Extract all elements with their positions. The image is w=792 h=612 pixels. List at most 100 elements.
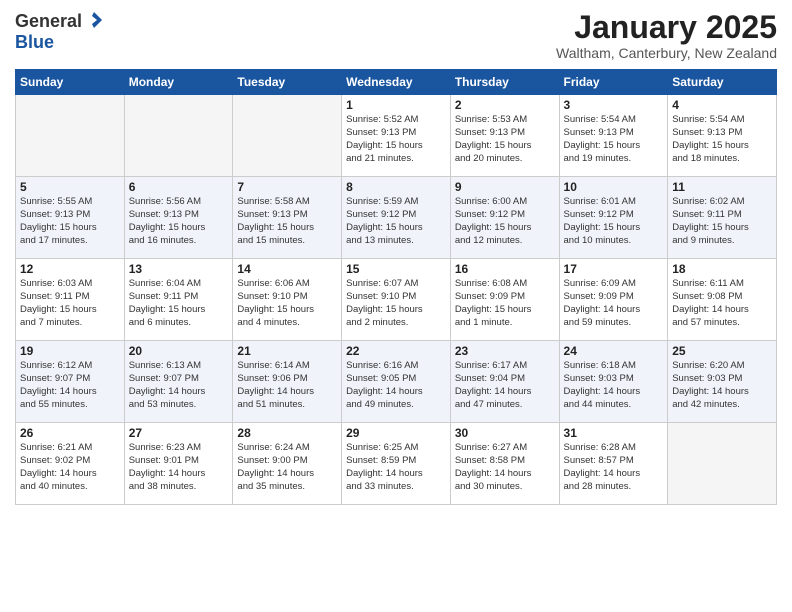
day-number: 14 (237, 262, 337, 276)
table-row: 15 Sunrise: 6:07 AM Sunset: 9:10 PM Dayli… (342, 259, 451, 341)
day-content: Sunrise: 6:28 AM Sunset: 8:57 PM Dayligh… (564, 442, 664, 493)
col-tuesday: Tuesday (233, 70, 342, 95)
day-number: 13 (129, 262, 229, 276)
day-number: 29 (346, 426, 446, 440)
day-number: 24 (564, 344, 664, 358)
day-number: 28 (237, 426, 337, 440)
day-content: Sunrise: 6:07 AM Sunset: 9:10 PM Dayligh… (346, 278, 446, 329)
calendar-week-row: 26 Sunrise: 6:21 AM Sunset: 9:02 PM Dayli… (16, 423, 777, 505)
table-row: 26 Sunrise: 6:21 AM Sunset: 9:02 PM Dayli… (16, 423, 125, 505)
table-row: 20 Sunrise: 6:13 AM Sunset: 9:07 PM Dayli… (124, 341, 233, 423)
day-number: 30 (455, 426, 555, 440)
table-row: 29 Sunrise: 6:25 AM Sunset: 8:59 PM Dayli… (342, 423, 451, 505)
day-number: 3 (564, 98, 664, 112)
day-number: 26 (20, 426, 120, 440)
table-row: 1Sunrise: 5:52 AM Sunset: 9:13 PM Daylig… (342, 95, 451, 177)
table-row: 21Sunrise: 6:14 AM Sunset: 9:06 PM Dayli… (233, 341, 342, 423)
day-content: Sunrise: 6:24 AM Sunset: 9:00 PM Dayligh… (237, 442, 337, 493)
day-number: 11 (672, 180, 772, 194)
calendar-week-row: 1Sunrise: 5:52 AM Sunset: 9:13 PM Daylig… (16, 95, 777, 177)
day-content: Sunrise: 6:08 AM Sunset: 9:09 PM Dayligh… (455, 278, 555, 329)
day-content: Sunrise: 6:18 AM Sunset: 9:03 PM Dayligh… (564, 360, 664, 411)
table-row: 13 Sunrise: 6:04 AM Sunset: 9:11 PM Dayli… (124, 259, 233, 341)
col-thursday: Thursday (450, 70, 559, 95)
day-number: 7 (237, 180, 337, 194)
table-row: 19Sunrise: 6:12 AM Sunset: 9:07 PM Dayli… (16, 341, 125, 423)
table-row: 31 Sunrise: 6:28 AM Sunset: 8:57 PM Dayli… (559, 423, 668, 505)
col-monday: Monday (124, 70, 233, 95)
day-content: Sunrise: 6:14 AM Sunset: 9:06 PM Dayligh… (237, 360, 337, 411)
table-row: 4Sunrise: 5:54 AM Sunset: 9:13 PM Daylig… (668, 95, 777, 177)
calendar: Sunday Monday Tuesday Wednesday Thursday… (15, 69, 777, 505)
day-content: Sunrise: 5:55 AM Sunset: 9:13 PM Dayligh… (20, 196, 120, 247)
logo-icon (84, 10, 104, 30)
day-number: 25 (672, 344, 772, 358)
page: General Blue January 2025 Waltham, Cante… (0, 0, 792, 612)
table-row (16, 95, 125, 177)
calendar-week-row: 5 Sunrise: 5:55 AM Sunset: 9:13 PM Daylig… (16, 177, 777, 259)
col-sunday: Sunday (16, 70, 125, 95)
day-content: Sunrise: 5:54 AM Sunset: 9:13 PM Dayligh… (564, 114, 664, 165)
table-row: 17Sunrise: 6:09 AM Sunset: 9:09 PM Dayli… (559, 259, 668, 341)
day-content: Sunrise: 6:01 AM Sunset: 9:12 PM Dayligh… (564, 196, 664, 247)
day-number: 31 (564, 426, 664, 440)
table-row (233, 95, 342, 177)
day-number: 27 (129, 426, 229, 440)
day-number: 23 (455, 344, 555, 358)
table-row: 9 Sunrise: 6:00 AM Sunset: 9:12 PM Daylig… (450, 177, 559, 259)
day-number: 16 (455, 262, 555, 276)
logo-general-text: General (15, 11, 82, 32)
table-row: 22Sunrise: 6:16 AM Sunset: 9:05 PM Dayli… (342, 341, 451, 423)
table-row: 16 Sunrise: 6:08 AM Sunset: 9:09 PM Dayli… (450, 259, 559, 341)
day-content: Sunrise: 6:13 AM Sunset: 9:07 PM Dayligh… (129, 360, 229, 411)
day-content: Sunrise: 6:17 AM Sunset: 9:04 PM Dayligh… (455, 360, 555, 411)
table-row: 11 Sunrise: 6:02 AM Sunset: 9:11 PM Dayli… (668, 177, 777, 259)
table-row: 12Sunrise: 6:03 AM Sunset: 9:11 PM Dayli… (16, 259, 125, 341)
day-content: Sunrise: 6:23 AM Sunset: 9:01 PM Dayligh… (129, 442, 229, 493)
table-row: 14Sunrise: 6:06 AM Sunset: 9:10 PM Dayli… (233, 259, 342, 341)
col-friday: Friday (559, 70, 668, 95)
day-content: Sunrise: 5:53 AM Sunset: 9:13 PM Dayligh… (455, 114, 555, 165)
table-row: 23 Sunrise: 6:17 AM Sunset: 9:04 PM Dayli… (450, 341, 559, 423)
day-content: Sunrise: 5:52 AM Sunset: 9:13 PM Dayligh… (346, 114, 446, 165)
day-content: Sunrise: 6:02 AM Sunset: 9:11 PM Dayligh… (672, 196, 772, 247)
table-row: 7 Sunrise: 5:58 AM Sunset: 9:13 PM Daylig… (233, 177, 342, 259)
col-wednesday: Wednesday (342, 70, 451, 95)
day-content: Sunrise: 6:03 AM Sunset: 9:11 PM Dayligh… (20, 278, 120, 329)
month-title: January 2025 (556, 10, 777, 45)
day-content: Sunrise: 6:21 AM Sunset: 9:02 PM Dayligh… (20, 442, 120, 493)
col-saturday: Saturday (668, 70, 777, 95)
table-row: 24 Sunrise: 6:18 AM Sunset: 9:03 PM Dayli… (559, 341, 668, 423)
table-row: 6Sunrise: 5:56 AM Sunset: 9:13 PM Daylig… (124, 177, 233, 259)
table-row: 28 Sunrise: 6:24 AM Sunset: 9:00 PM Dayli… (233, 423, 342, 505)
day-number: 15 (346, 262, 446, 276)
table-row (668, 423, 777, 505)
day-number: 10 (564, 180, 664, 194)
day-number: 20 (129, 344, 229, 358)
header: General Blue January 2025 Waltham, Cante… (15, 10, 777, 61)
table-row: 27 Sunrise: 6:23 AM Sunset: 9:01 PM Dayli… (124, 423, 233, 505)
calendar-week-row: 19Sunrise: 6:12 AM Sunset: 9:07 PM Dayli… (16, 341, 777, 423)
day-content: Sunrise: 6:25 AM Sunset: 8:59 PM Dayligh… (346, 442, 446, 493)
day-content: Sunrise: 6:16 AM Sunset: 9:05 PM Dayligh… (346, 360, 446, 411)
day-number: 5 (20, 180, 120, 194)
table-row: 10 Sunrise: 6:01 AM Sunset: 9:12 PM Dayli… (559, 177, 668, 259)
day-number: 9 (455, 180, 555, 194)
table-row (124, 95, 233, 177)
title-block: January 2025 Waltham, Canterbury, New Ze… (556, 10, 777, 61)
day-content: Sunrise: 6:00 AM Sunset: 9:12 PM Dayligh… (455, 196, 555, 247)
table-row: 8Sunrise: 5:59 AM Sunset: 9:12 PM Daylig… (342, 177, 451, 259)
table-row: 18Sunrise: 6:11 AM Sunset: 9:08 PM Dayli… (668, 259, 777, 341)
table-row: 25Sunrise: 6:20 AM Sunset: 9:03 PM Dayli… (668, 341, 777, 423)
day-content: Sunrise: 5:58 AM Sunset: 9:13 PM Dayligh… (237, 196, 337, 247)
table-row: 30Sunrise: 6:27 AM Sunset: 8:58 PM Dayli… (450, 423, 559, 505)
day-content: Sunrise: 6:04 AM Sunset: 9:11 PM Dayligh… (129, 278, 229, 329)
calendar-header-row: Sunday Monday Tuesday Wednesday Thursday… (16, 70, 777, 95)
logo: General Blue (15, 10, 104, 53)
day-content: Sunrise: 6:09 AM Sunset: 9:09 PM Dayligh… (564, 278, 664, 329)
day-number: 19 (20, 344, 120, 358)
day-content: Sunrise: 5:54 AM Sunset: 9:13 PM Dayligh… (672, 114, 772, 165)
day-number: 18 (672, 262, 772, 276)
calendar-week-row: 12Sunrise: 6:03 AM Sunset: 9:11 PM Dayli… (16, 259, 777, 341)
table-row: 5 Sunrise: 5:55 AM Sunset: 9:13 PM Daylig… (16, 177, 125, 259)
